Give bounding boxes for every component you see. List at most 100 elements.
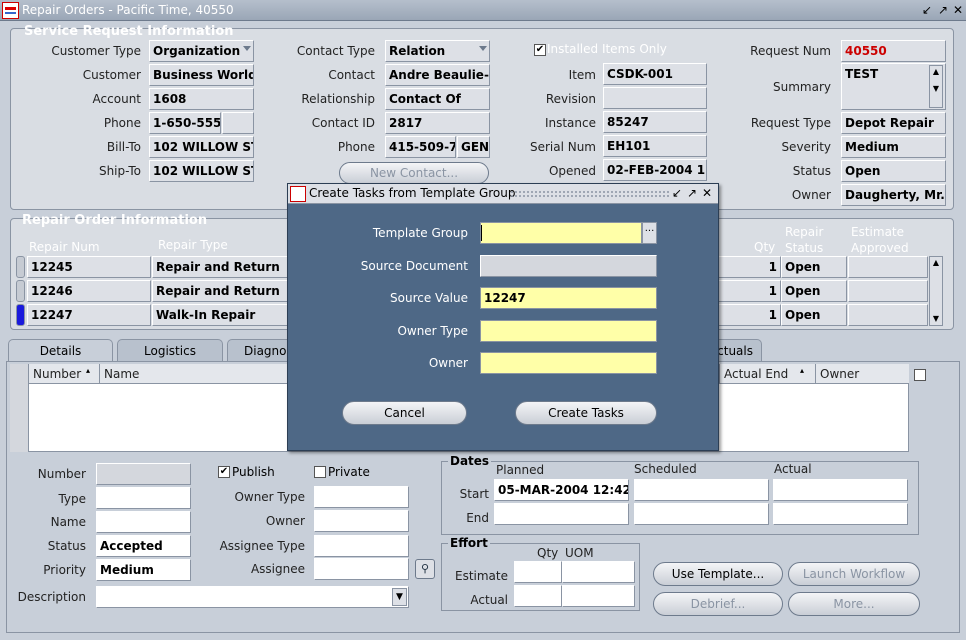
- scroll-down-icon[interactable]: ▼: [930, 313, 942, 325]
- opened-field[interactable]: 02-FEB-2004 11:4: [603, 159, 707, 181]
- estimate-approved-cell[interactable]: [848, 280, 928, 302]
- scheduled-end-field[interactable]: [634, 503, 769, 525]
- actual-end-field[interactable]: [773, 503, 908, 525]
- task-type-label: Type: [58, 492, 86, 506]
- source-value-label: Source Value: [390, 291, 468, 305]
- ship-to-field[interactable]: 102 WILLOW ST: [149, 160, 254, 182]
- status-field[interactable]: Open: [841, 160, 946, 182]
- dialog-owner-field[interactable]: [480, 352, 657, 374]
- instance-field[interactable]: 85247: [603, 111, 707, 133]
- contact-phone-type-field[interactable]: GEN: [457, 136, 490, 158]
- item-field[interactable]: CSDK-001: [603, 63, 707, 85]
- repair-status-cell[interactable]: Open: [781, 256, 847, 278]
- planned-start-field[interactable]: 05-MAR-2004 12:42:01: [494, 479, 629, 501]
- phone-field[interactable]: 1-650-555-0: [149, 112, 221, 134]
- repair-type-cell[interactable]: Repair and Return: [152, 280, 292, 302]
- estimate-approved-cell[interactable]: [848, 304, 928, 326]
- scroll-up-icon[interactable]: ▲: [930, 257, 942, 269]
- more-button[interactable]: More...: [788, 592, 920, 616]
- maximize-icon[interactable]: ↗: [936, 3, 950, 17]
- customer-field[interactable]: Business World: [149, 64, 254, 86]
- scroll-up-icon[interactable]: ▲: [930, 66, 942, 78]
- task-description-field[interactable]: [96, 586, 409, 608]
- col-number[interactable]: Number: [33, 367, 81, 381]
- bill-to-field[interactable]: 102 WILLOW ST: [149, 136, 254, 158]
- contact-phone-field[interactable]: 415-509-76(: [385, 136, 456, 158]
- installed-items-only-checkbox[interactable]: ✔: [534, 44, 546, 56]
- assignee-field[interactable]: [314, 558, 409, 580]
- dialog-owner-type-field[interactable]: [480, 320, 657, 342]
- col-name[interactable]: Name: [104, 367, 139, 381]
- contact-field[interactable]: Andre Beaulie-E: [385, 64, 490, 86]
- debrief-button[interactable]: Debrief...: [653, 592, 783, 616]
- planned-end-field[interactable]: [494, 503, 629, 525]
- contact-id-label: Contact ID: [311, 116, 375, 130]
- relationship-field[interactable]: Contact Of: [385, 88, 490, 110]
- task-status-field[interactable]: Accepted: [96, 535, 191, 557]
- description-dropdown-icon[interactable]: ▼: [392, 588, 407, 606]
- task-type-field[interactable]: [96, 487, 191, 509]
- text-cursor: [481, 225, 482, 241]
- col-actual-end[interactable]: Actual End: [724, 367, 788, 381]
- repair-num-cell[interactable]: 12246: [27, 280, 151, 302]
- assignee-search-icon[interactable]: ⚲: [415, 559, 435, 579]
- repair-order-scrollbar[interactable]: ▲ ▼: [929, 256, 943, 326]
- contact-id-field[interactable]: 2817: [385, 112, 490, 134]
- scroll-down-icon[interactable]: ▼: [930, 83, 942, 95]
- effort-estimate-qty-field[interactable]: [514, 561, 562, 583]
- task-name-field[interactable]: [96, 511, 191, 533]
- repair-type-cell[interactable]: Repair and Return: [152, 256, 292, 278]
- use-template-button[interactable]: Use Template...: [653, 562, 783, 586]
- actual-start-field[interactable]: [773, 479, 908, 501]
- launch-workflow-button[interactable]: Launch Workflow: [788, 562, 920, 586]
- col-owner[interactable]: Owner: [820, 367, 859, 381]
- serial-num-field[interactable]: EH101: [603, 135, 707, 157]
- estimate-approved-cell[interactable]: [848, 256, 928, 278]
- account-field[interactable]: 1608: [149, 88, 254, 110]
- owner-field[interactable]: Daugherty, Mr. .: [841, 184, 946, 206]
- source-value-field[interactable]: 12247: [480, 287, 657, 309]
- create-tasks-button[interactable]: Create Tasks: [515, 401, 657, 425]
- task-owner-field[interactable]: [314, 510, 409, 532]
- effort-actual-qty-field[interactable]: [514, 585, 562, 607]
- template-group-field[interactable]: [480, 222, 642, 244]
- assignee-type-field[interactable]: [314, 535, 409, 557]
- repair-type-cell[interactable]: Walk-In Repair: [152, 304, 292, 326]
- revision-field[interactable]: [603, 87, 707, 109]
- publish-label: Publish: [232, 465, 275, 479]
- maximize-icon[interactable]: ↗: [687, 186, 697, 200]
- scheduled-start-field[interactable]: [634, 479, 769, 501]
- severity-label: Severity: [781, 140, 831, 154]
- row-selector[interactable]: [16, 256, 25, 278]
- effort-estimate-uom-field[interactable]: [562, 561, 635, 583]
- private-checkbox[interactable]: [314, 466, 326, 478]
- close-icon[interactable]: ✕: [702, 186, 712, 200]
- row-selector-active[interactable]: [16, 304, 25, 326]
- cancel-button[interactable]: Cancel: [342, 401, 467, 425]
- minimize-icon[interactable]: ↙: [920, 3, 934, 17]
- task-owner-type-field[interactable]: [314, 486, 409, 508]
- repair-num-cell[interactable]: 12245: [27, 256, 151, 278]
- customer-type-select[interactable]: Organization: [149, 40, 254, 62]
- repair-status-cell[interactable]: Open: [781, 304, 847, 326]
- close-icon[interactable]: ✕: [951, 3, 965, 17]
- repair-num-cell[interactable]: 12247: [27, 304, 151, 326]
- tasks-select-checkbox[interactable]: [914, 369, 926, 381]
- effort-actual-uom-field[interactable]: [562, 585, 635, 607]
- task-priority-field[interactable]: Medium: [96, 559, 191, 581]
- tab-logistics[interactable]: Logistics: [117, 339, 223, 362]
- phone-ext-field[interactable]: [222, 112, 254, 134]
- publish-checkbox[interactable]: ✔: [218, 466, 230, 478]
- row-selector[interactable]: [16, 280, 25, 302]
- severity-field[interactable]: Medium: [841, 136, 946, 158]
- repair-status-cell[interactable]: Open: [781, 280, 847, 302]
- tab-details[interactable]: Details: [8, 339, 113, 362]
- request-type-field[interactable]: Depot Repair: [841, 112, 946, 134]
- contact-type-select[interactable]: Relation: [385, 40, 490, 62]
- summary-scrollbar[interactable]: ▲ ▼: [929, 65, 943, 108]
- new-contact-button[interactable]: New Contact...: [339, 162, 489, 184]
- dialog-drag-handle[interactable]: [510, 190, 670, 198]
- request-num-field[interactable]: 40550: [841, 40, 946, 62]
- template-group-lov-icon[interactable]: ···: [642, 222, 657, 244]
- minimize-icon[interactable]: ↙: [672, 186, 682, 200]
